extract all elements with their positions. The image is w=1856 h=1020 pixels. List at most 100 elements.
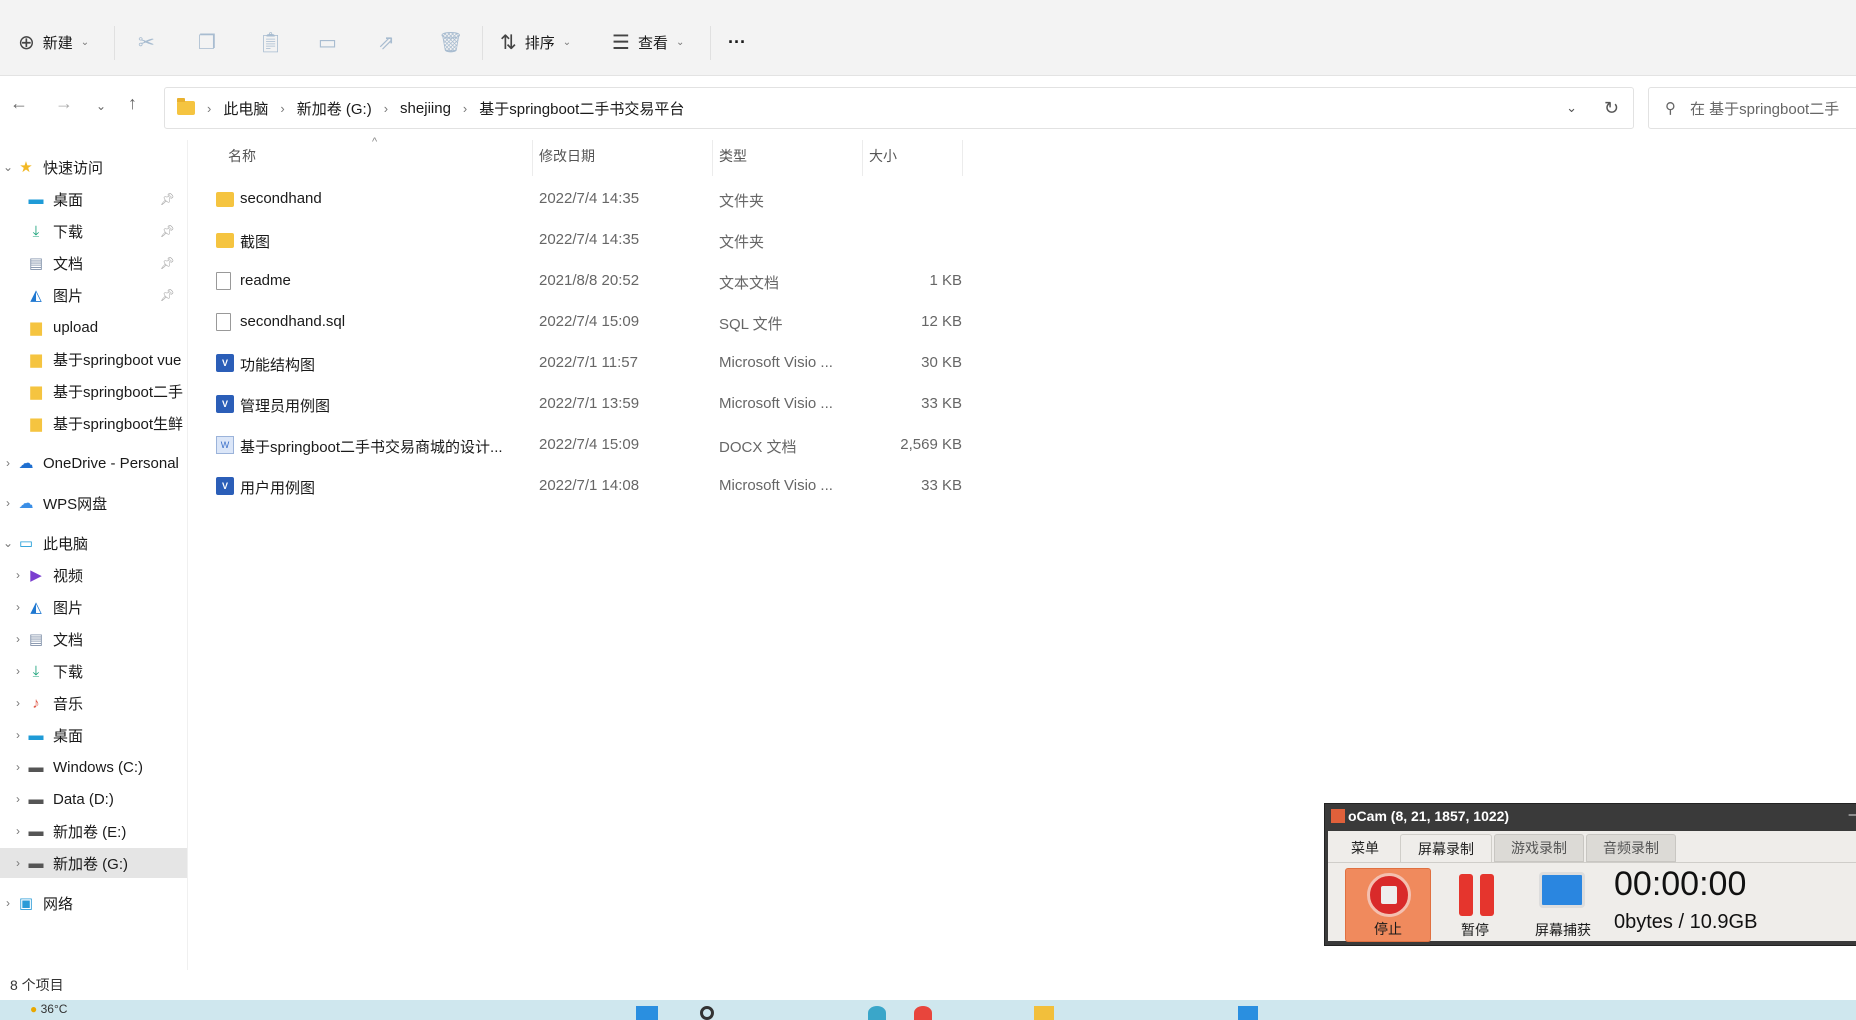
- expand-chevron-icon[interactable]: ›: [10, 696, 26, 710]
- cut-button[interactable]: ✂: [138, 26, 155, 58]
- ocam-tab-audio-record[interactable]: 音频录制: [1586, 834, 1676, 862]
- ocam-tab-screen-record[interactable]: 屏幕录制: [1400, 834, 1492, 862]
- ocam-capture-button[interactable]: 屏幕捕获: [1520, 868, 1606, 942]
- expand-chevron-icon[interactable]: ›: [10, 568, 26, 582]
- expand-chevron-icon[interactable]: ›: [10, 632, 26, 646]
- search-box[interactable]: ⚲ 在 基于springboot二手: [1648, 87, 1856, 129]
- expand-chevron-icon[interactable]: ›: [10, 856, 26, 870]
- sort-button[interactable]: ⇅ 排序 ⌄: [500, 26, 571, 58]
- sidebar-item[interactable]: › ▣ 网络: [0, 888, 187, 918]
- up-arrow-icon[interactable]: ↑: [128, 93, 137, 114]
- expand-chevron-icon[interactable]: ›: [10, 728, 26, 742]
- edge-icon[interactable]: [868, 1006, 886, 1020]
- column-header-type[interactable]: 类型: [719, 146, 747, 166]
- pin-icon[interactable]: 📌︎: [160, 224, 175, 238]
- file-size: 30 KB: [921, 354, 962, 371]
- new-button[interactable]: ⊕ 新建 ⌄: [18, 26, 89, 58]
- sidebar-item[interactable]: ▆ 基于springboot二手: [0, 376, 187, 406]
- paste-button[interactable]: 📋︎: [258, 26, 283, 58]
- sidebar-item-label: 下载: [53, 223, 84, 241]
- refresh-icon[interactable]: ↻: [1604, 98, 1619, 119]
- sidebar-item[interactable]: ▆ 基于springboot vue: [0, 344, 187, 374]
- sidebar-item[interactable]: › ⤓ 下载: [0, 656, 187, 686]
- expand-chevron-icon[interactable]: ›: [0, 456, 16, 470]
- sidebar-item[interactable]: › ☁ OneDrive - Personal: [0, 448, 187, 478]
- sidebar-item[interactable]: › ▬ 新加卷 (G:): [0, 848, 187, 878]
- column-divider[interactable]: [712, 140, 713, 176]
- file-row[interactable]: W 基于springboot二手书交易商城的设计... 2022/7/4 15:09…: [210, 426, 962, 464]
- sidebar-item[interactable]: ▬ 桌面 📌︎: [0, 184, 187, 214]
- copy-button[interactable]: ❐: [198, 26, 216, 58]
- sidebar-item[interactable]: › ▤ 文档: [0, 624, 187, 654]
- expand-chevron-icon[interactable]: ›: [10, 600, 26, 614]
- sidebar-item[interactable]: › ▶ 视频: [0, 560, 187, 590]
- ocam-tab-menu[interactable]: 菜单: [1334, 834, 1396, 862]
- expand-chevron-icon[interactable]: ›: [0, 896, 16, 910]
- sidebar-item[interactable]: ⌄ ★ 快速访问: [0, 152, 187, 182]
- ocam-stop-button[interactable]: 停止: [1345, 868, 1431, 942]
- column-header-size[interactable]: 大小: [869, 146, 897, 166]
- pin-icon[interactable]: 📌︎: [160, 256, 175, 270]
- file-date: 2022/7/4 14:35: [539, 190, 640, 207]
- sidebar-item[interactable]: › ▬ 桌面: [0, 720, 187, 750]
- file-row[interactable]: V 功能结构图 2022/7/1 11:57 Microsoft Visio ... 3…: [210, 344, 962, 382]
- sidebar-item-label: Data (D:): [53, 790, 114, 808]
- address-history-chevron-icon[interactable]: ⌄: [1566, 100, 1577, 116]
- sidebar-item[interactable]: › ▬ Windows (C:): [0, 752, 187, 782]
- file-row[interactable]: secondhand.sql 2022/7/4 15:09 SQL 文件 12 KB: [210, 303, 962, 341]
- expand-chevron-icon[interactable]: ›: [10, 760, 26, 774]
- file-row[interactable]: secondhand 2022/7/4 14:35 文件夹: [210, 180, 962, 218]
- share-button[interactable]: ⇗: [378, 26, 395, 58]
- rename-button[interactable]: ▭: [318, 26, 337, 58]
- expand-chevron-icon[interactable]: ›: [10, 664, 26, 678]
- column-divider[interactable]: [862, 140, 863, 176]
- column-divider[interactable]: [962, 140, 963, 176]
- file-row[interactable]: readme 2021/8/8 20:52 文本文档 1 KB: [210, 262, 962, 300]
- minimize-icon[interactable]: –: [1849, 806, 1856, 823]
- breadcrumb-shejiing[interactable]: shejiing: [400, 100, 451, 117]
- start-button[interactable]: [636, 1006, 658, 1020]
- address-bar[interactable]: › 此电脑 › 新加卷 (G:) › shejiing › 基于springbo…: [164, 87, 1634, 129]
- expand-chevron-icon[interactable]: ›: [10, 792, 26, 806]
- file-row[interactable]: V 用户用例图 2022/7/1 14:08 Microsoft Visio ... 3…: [210, 467, 962, 505]
- sidebar-item[interactable]: › ▬ Data (D:): [0, 784, 187, 814]
- sidebar-item[interactable]: › ☁ WPS网盘: [0, 488, 187, 518]
- column-divider[interactable]: [532, 140, 533, 176]
- sidebar-item[interactable]: ◭ 图片 📌︎: [0, 280, 187, 310]
- sidebar-item[interactable]: › ◭ 图片: [0, 592, 187, 622]
- more-button[interactable]: ···: [728, 26, 746, 58]
- file-explorer-icon[interactable]: [1034, 1006, 1054, 1020]
- file-row[interactable]: V 管理员用例图 2022/7/1 13:59 Microsoft Visio ...…: [210, 385, 962, 423]
- sidebar-item[interactable]: ⤓ 下载 📌︎: [0, 216, 187, 246]
- expand-chevron-icon[interactable]: ›: [10, 824, 26, 838]
- chrome-icon[interactable]: [914, 1006, 932, 1020]
- breadcrumb-this-pc[interactable]: 此电脑: [223, 98, 268, 119]
- column-header-name[interactable]: 名称: [228, 146, 256, 166]
- view-button[interactable]: ☰ 查看 ⌄: [612, 26, 684, 58]
- expand-chevron-icon[interactable]: ›: [0, 496, 16, 510]
- weather-widget[interactable]: ● 36°C: [30, 1002, 67, 1016]
- breadcrumb-drive-g[interactable]: 新加卷 (G:): [297, 98, 372, 119]
- search-taskbar-icon[interactable]: [700, 1006, 714, 1020]
- sidebar-item[interactable]: › ♪ 音乐: [0, 688, 187, 718]
- sidebar-item[interactable]: ▤ 文档 📌︎: [0, 248, 187, 278]
- sidebar-item[interactable]: › ▬ 新加卷 (E:): [0, 816, 187, 846]
- file-row[interactable]: 截图 2022/7/4 14:35 文件夹: [210, 221, 962, 259]
- breadcrumb-current[interactable]: 基于springboot二手书交易平台: [479, 98, 684, 119]
- expand-chevron-icon[interactable]: ⌄: [0, 536, 16, 550]
- sidebar-item[interactable]: ▆ upload: [0, 312, 187, 342]
- recent-chevron-icon[interactable]: ⌄: [96, 99, 106, 113]
- sidebar-item[interactable]: ▆ 基于springboot生鲜: [0, 408, 187, 438]
- ocam-titlebar[interactable]: oCam (8, 21, 1857, 1022): [1331, 808, 1509, 824]
- pin-icon[interactable]: 📌︎: [160, 192, 175, 206]
- forward-arrow-icon[interactable]: →: [55, 93, 73, 114]
- ocam-pause-button[interactable]: 暂停: [1432, 868, 1518, 942]
- column-header-date[interactable]: 修改日期: [539, 146, 595, 166]
- back-arrow-icon[interactable]: ←: [10, 93, 28, 114]
- ocam-tab-game-record[interactable]: 游戏录制: [1494, 834, 1584, 862]
- expand-chevron-icon[interactable]: ⌄: [0, 160, 16, 174]
- delete-button[interactable]: 🗑︎: [438, 26, 463, 58]
- pin-icon[interactable]: 📌︎: [160, 288, 175, 302]
- sidebar-item[interactable]: ⌄ ▭ 此电脑: [0, 528, 187, 558]
- app-icon[interactable]: [1238, 1006, 1258, 1020]
